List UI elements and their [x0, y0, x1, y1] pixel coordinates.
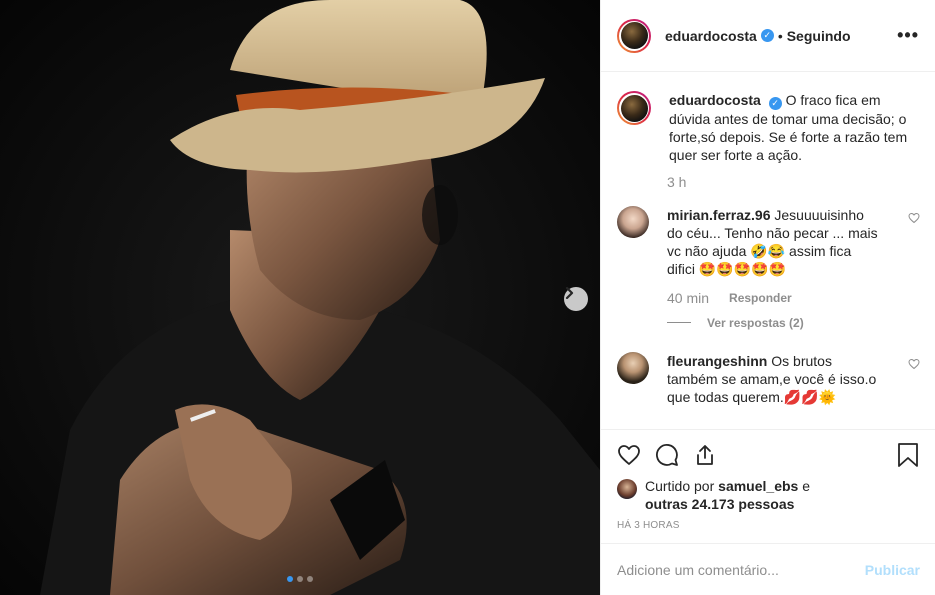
next-photo-button[interactable]: [564, 287, 588, 311]
post-media[interactable]: [0, 0, 600, 595]
comment-input[interactable]: [617, 561, 865, 578]
post-photo: [0, 0, 600, 595]
verified-icon: ✓: [760, 29, 774, 42]
share-icon: [697, 445, 713, 465]
caption-time[interactable]: 3 h: [667, 174, 920, 190]
carousel-dot: [307, 576, 313, 582]
avatar[interactable]: [617, 205, 649, 238]
post-header: eduardocosta ✓ • Seguindo •••: [601, 0, 935, 72]
comment-username[interactable]: mirian.ferraz.96: [667, 207, 771, 223]
avatar[interactable]: [617, 351, 649, 384]
verified-icon: ✓: [768, 96, 782, 110]
avatar[interactable]: [617, 479, 637, 499]
comment-username[interactable]: fleurangeshinn: [667, 353, 767, 369]
post-timestamp[interactable]: HÁ 3 HORAS: [617, 520, 680, 531]
reply-button[interactable]: Responder: [729, 291, 792, 305]
likes-conj: e: [802, 478, 811, 494]
likes-summary: Curtido por samuel_ebs e outras 24.173 p…: [617, 477, 810, 513]
view-replies-button[interactable]: Ver respostas (2): [667, 316, 920, 330]
caption-text: eduardocosta ✓ O fraco fica em dúvida an…: [669, 91, 920, 164]
chevron-right-icon: [565, 287, 574, 299]
save-button[interactable]: [897, 443, 919, 467]
carousel-dot: [297, 576, 303, 582]
author-username[interactable]: eduardocosta: [665, 28, 757, 44]
caption: eduardocosta ✓ O fraco fica em dúvida an…: [617, 73, 920, 164]
comments-list[interactable]: eduardocosta ✓ O fraco fica em dúvida an…: [601, 73, 935, 430]
more-icon[interactable]: •••: [897, 25, 919, 46]
comment-time[interactable]: 40 min: [667, 290, 709, 306]
likes-count[interactable]: outras 24.173 pessoas: [645, 496, 794, 512]
carousel-dot: [287, 576, 293, 582]
view-replies-label: Ver respostas (2): [707, 315, 804, 330]
likes-prefix: Curtido por: [645, 478, 715, 494]
caption-username[interactable]: eduardocosta: [669, 92, 761, 108]
avatar[interactable]: [617, 91, 651, 125]
comment-button[interactable]: [655, 443, 679, 467]
like-button[interactable]: [617, 443, 641, 467]
likes-text: Curtido por samuel_ebs e outras 24.173 p…: [645, 477, 810, 513]
publish-button[interactable]: Publicar: [865, 562, 920, 578]
bookmark-icon: [898, 443, 918, 467]
action-bar: [617, 441, 919, 469]
avatar[interactable]: [617, 18, 651, 53]
post-panel: eduardocosta ✓ • Seguindo ••• eduardocos…: [600, 0, 935, 595]
heart-icon: [618, 445, 640, 465]
comment: fleurangeshinn Os brutos também se amam,…: [617, 351, 920, 406]
follow-button[interactable]: Seguindo: [787, 28, 851, 44]
carousel-dots: [287, 576, 313, 582]
heart-icon[interactable]: [908, 212, 920, 224]
comment: mirian.ferraz.96 Jesuuuuisinho do céu...…: [617, 205, 920, 278]
comment-text: fleurangeshinn Os brutos também se amam,…: [667, 352, 882, 406]
liker-username[interactable]: samuel_ebs: [718, 478, 798, 494]
comment-icon: [656, 444, 678, 466]
comment-text: mirian.ferraz.96 Jesuuuuisinho do céu...…: [667, 206, 882, 278]
heart-icon[interactable]: [908, 358, 920, 370]
separator: •: [777, 27, 783, 44]
share-button[interactable]: [693, 443, 717, 467]
comment-meta: 40 min Responder: [667, 290, 920, 306]
divider: [667, 322, 691, 323]
add-comment-bar: Publicar: [601, 543, 935, 595]
